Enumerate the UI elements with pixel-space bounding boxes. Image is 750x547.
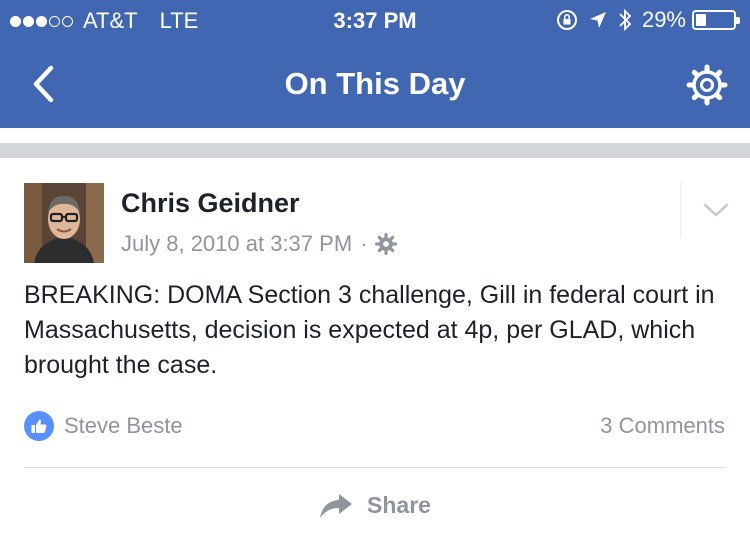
reactor-name: Steve Beste — [64, 413, 183, 438]
app-header: AT&T LTE 3:37 PM 29% On This Day — [0, 0, 750, 128]
post-meta: July 8, 2010 at 3:37 PM · — [121, 231, 398, 257]
share-label: Share — [367, 492, 431, 518]
meta-separator: · — [360, 231, 368, 256]
post-card: Chris Geidner July 8, 2010 at 3:37 PM · … — [0, 158, 750, 547]
author-name[interactable]: Chris Geidner — [121, 188, 300, 219]
bluetooth-icon — [619, 8, 632, 32]
like-icon — [24, 411, 54, 441]
reactions-summary[interactable]: Steve Beste — [24, 411, 183, 441]
avatar[interactable] — [24, 183, 104, 263]
thumbs-up-icon — [31, 419, 47, 433]
settings-button[interactable] — [686, 64, 728, 106]
post-text: BREAKING: DOMA Section 3 challenge, Gill… — [24, 281, 715, 379]
battery-icon — [692, 10, 740, 30]
share-arrow-icon — [320, 493, 353, 518]
page-title: On This Day — [284, 66, 466, 101]
nav-bar: On This Day — [0, 40, 750, 128]
chevron-down-icon — [703, 203, 728, 217]
status-right: 29% — [556, 7, 740, 33]
privacy-gear-icon — [375, 233, 398, 255]
gear-icon — [686, 64, 728, 106]
post-menu-button[interactable] — [680, 182, 750, 238]
battery-tip — [736, 17, 740, 24]
card-divider — [24, 467, 726, 468]
status-bar: AT&T LTE 3:37 PM 29% — [0, 0, 750, 40]
section-divider — [0, 143, 750, 158]
post-date[interactable]: July 8, 2010 at 3:37 PM — [121, 231, 352, 257]
location-arrow-icon — [589, 12, 606, 28]
comments-count[interactable]: 3 Comments — [600, 413, 725, 439]
battery-percent: 29% — [641, 7, 686, 32]
profile-photo — [24, 183, 104, 263]
share-button[interactable]: Share — [0, 492, 750, 519]
rotation-lock-icon — [556, 10, 577, 30]
battery-fill — [696, 14, 706, 26]
